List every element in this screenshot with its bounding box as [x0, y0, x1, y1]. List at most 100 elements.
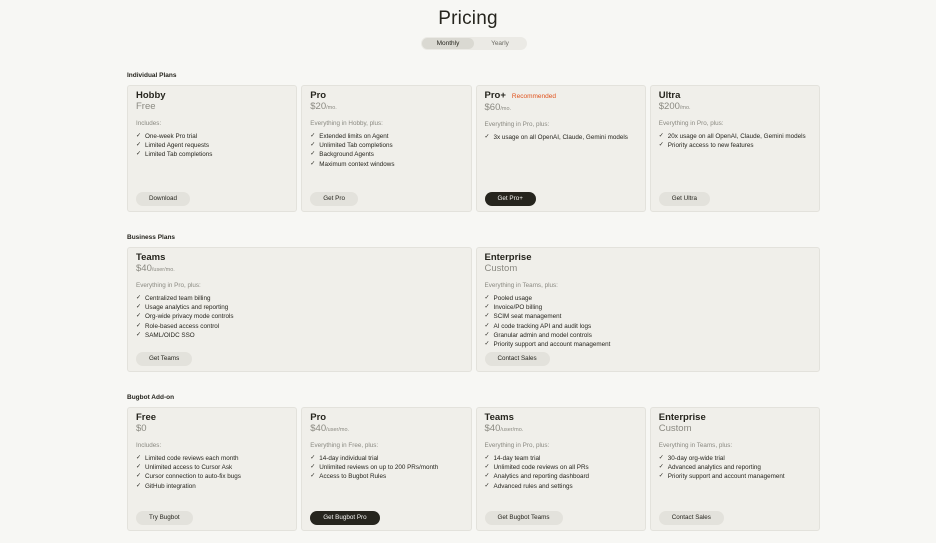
plan-intro: Everything in Pro, plus:: [484, 442, 550, 449]
get-bugbot-pro-button[interactable]: Get Bugbot Pro: [310, 511, 380, 525]
plan-price: $60/mo.: [484, 102, 512, 113]
bugbot-contact-sales-button[interactable]: Contact Sales: [658, 511, 724, 525]
check-icon: ✓: [484, 322, 490, 329]
feature-item: ✓ 3x usage on all OpenAI, Claude, Gemini …: [484, 134, 628, 141]
feature-item: ✓ Usage analytics and reporting: [136, 304, 229, 312]
feature-list: ✓ 20x usage on all OpenAI, Claude, Gemini…: [659, 132, 811, 150]
check-icon: ✓: [310, 464, 316, 471]
check-icon: ✓: [658, 464, 664, 471]
bugbot-card-pro: Pro $40/user/mo. Everything in Free, plu…: [301, 407, 472, 531]
try-bugbot-button[interactable]: Try Bugbot: [136, 511, 193, 525]
plan-name: Pro+ Recommended: [484, 90, 556, 101]
plan-card-pro-plus: Pro+ Recommended $60/mo. Everything in Pr…: [475, 85, 646, 212]
check-icon: ✓: [658, 473, 664, 480]
check-icon: ✓: [484, 341, 490, 348]
get-pro-plus-button[interactable]: Get Pro+: [484, 192, 536, 206]
page-title: Pricing: [438, 8, 498, 29]
plan-card-enterprise: Enterprise Custom Everything in Teams, p…: [475, 247, 820, 372]
plan-price: Free: [136, 101, 156, 112]
plan-name: Pro: [310, 412, 327, 423]
check-icon: ✓: [484, 134, 490, 140]
feature-list: ✓ 14-day team trial ✓ Unlimited code revie…: [485, 454, 637, 491]
plan-card-teams: Teams $40/user/mo. Everything in Pro, pl…: [127, 247, 472, 372]
bugbot-plans-row: Free $0 Includes: ✓ Limited code reviews …: [127, 407, 820, 531]
feature-item: ✓ Limited Tab completions: [136, 151, 213, 159]
feature-item: ✓ Unlimited access to Cursor Ask: [136, 464, 233, 472]
check-icon: ✓: [484, 473, 490, 480]
feature-item: ✓ Limited Agent requests: [136, 142, 210, 150]
feature-list: ✓ 14-day individual trial ✓ Unlimited revi…: [310, 454, 462, 482]
check-icon: ✓: [658, 455, 664, 461]
check-icon: ✓: [310, 473, 316, 480]
feature-item: ✓ Priority support and account management: [658, 473, 785, 481]
feature-item: ✓ Unlimited reviews on up to 200 PRs/mont…: [310, 464, 439, 472]
get-ultra-button[interactable]: Get Ultra: [658, 192, 710, 206]
check-icon: ✓: [310, 142, 316, 149]
plan-intro: Everything in Free, plus:: [310, 442, 379, 449]
plan-intro: Everything in Hobby, plus:: [310, 120, 383, 127]
plan-intro: Everything in Pro, plus:: [136, 282, 201, 289]
check-icon: ✓: [484, 304, 490, 311]
check-icon: ✓: [658, 142, 664, 149]
plan-price: $40/user/mo.: [310, 423, 350, 434]
check-icon: ✓: [136, 142, 142, 149]
monthly-toggle-option[interactable]: Monthly: [422, 38, 474, 49]
feature-item: ✓ Org-wide privacy mode controls: [136, 313, 234, 321]
get-teams-button[interactable]: Get Teams: [136, 352, 193, 366]
feature-item: ✓ 20x usage on all OpenAI, Claude, Gemini…: [658, 133, 806, 140]
check-icon: ✓: [136, 313, 142, 320]
feature-item: ✓ Analytics and reporting dashboard: [484, 473, 590, 481]
check-icon: ✓: [136, 331, 142, 338]
individual-plans-label: Individual Plans: [127, 72, 177, 79]
feature-item: ✓ Priority support and account management: [484, 341, 611, 349]
plan-price: $20/mo.: [310, 101, 337, 112]
plan-intro: Includes:: [136, 442, 162, 449]
bugbot-card-enterprise: Enterprise Custom Everything in Teams, p…: [649, 407, 820, 531]
feature-item: ✓ SAML/OIDC SSO: [136, 331, 195, 339]
feature-list: ✓ Centralized team billing ✓ Usage analyti…: [136, 294, 463, 340]
feature-item: ✓ SCIM seat management: [484, 313, 562, 321]
business-plans-label: Business Plans: [127, 234, 176, 241]
check-icon: ✓: [136, 473, 142, 480]
get-bugbot-teams-button[interactable]: Get Bugbot Teams: [484, 511, 563, 525]
check-icon: ✓: [136, 304, 142, 311]
feature-item: ✓ 14-day individual trial: [310, 455, 379, 462]
feature-item: ✓ AI code tracking API and audit logs: [484, 322, 592, 330]
plan-name: Teams: [484, 412, 514, 423]
plan-price: $40/user/mo.: [484, 423, 524, 434]
plan-price: Custom: [484, 263, 518, 274]
check-icon: ✓: [484, 455, 490, 461]
check-icon: ✓: [484, 482, 490, 489]
feature-item: ✓ Invoice/PO billing: [484, 304, 543, 312]
feature-list: ✓ 30-day org-wide trial ✓ Advanced analyti…: [659, 454, 811, 482]
individual-plans-row: Hobby Free Includes: ✓ One-week Pro trial…: [127, 85, 820, 212]
plan-intro: Everything in Pro, plus:: [658, 120, 724, 127]
check-icon: ✓: [310, 160, 316, 167]
feature-item: ✓ Cursor connection to auto-fix bugs: [136, 473, 241, 481]
feature-item: ✓ One-week Pro trial: [136, 133, 198, 140]
check-icon: ✓: [310, 133, 316, 139]
feature-item: ✓ GitHub integration: [136, 482, 196, 490]
plan-price: $40/user/mo.: [136, 263, 175, 274]
plan-name: Free: [136, 412, 157, 423]
recommended-badge: Recommended: [511, 93, 556, 100]
feature-item: ✓ Access to Bugbot Rules: [310, 473, 387, 481]
contact-sales-button[interactable]: Contact Sales: [484, 352, 550, 366]
yearly-toggle-option[interactable]: Yearly: [474, 38, 526, 49]
download-button[interactable]: Download: [136, 192, 191, 206]
plan-intro: Everything in Teams, plus:: [658, 442, 733, 449]
feature-item: ✓ Centralized team billing: [136, 295, 211, 302]
check-icon: ✓: [484, 313, 490, 320]
check-icon: ✓: [310, 151, 316, 158]
check-icon: ✓: [136, 133, 142, 139]
bugbot-card-teams: Teams $40/user/mo. Everything in Pro, pl…: [475, 407, 646, 531]
bugbot-card-free: Free $0 Includes: ✓ Limited code reviews …: [127, 407, 298, 531]
feature-item: ✓ Granular admin and model controls: [484, 331, 592, 339]
get-pro-button[interactable]: Get Pro: [310, 192, 358, 206]
feature-list: ✓ Extended limits on Agent ✓ Unlimited Tab…: [310, 132, 462, 169]
plan-price: $200/mo.: [658, 101, 691, 112]
feature-item: ✓ Role-based access control: [136, 322, 220, 330]
plan-card-ultra: Ultra $200/mo. Everything in Pro, plus: …: [649, 85, 820, 212]
plan-intro: Everything in Pro, plus:: [484, 121, 550, 128]
feature-item: ✓ Unlimited code reviews on all PRs: [484, 464, 589, 472]
